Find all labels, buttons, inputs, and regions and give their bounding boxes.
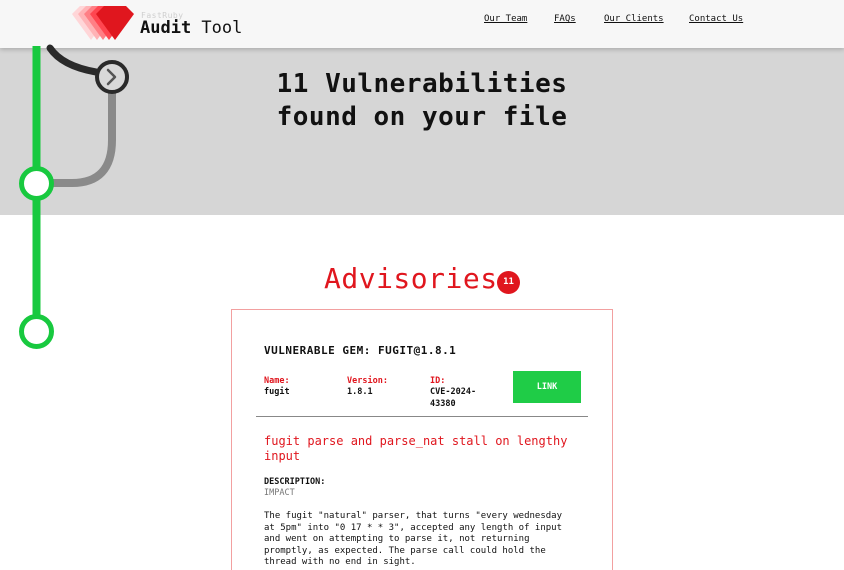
nav-faqs[interactable]: FAQs <box>554 14 576 24</box>
graph-branch-grey <box>52 88 116 187</box>
nav-our-team[interactable]: Our Team <box>484 14 527 24</box>
page-title: 11 Vulnerabilities found on your file <box>200 68 644 134</box>
id-value-line-2: 43380 <box>430 399 456 409</box>
page-title-line-2: found on your file <box>276 102 568 132</box>
nav-our-clients[interactable]: Our Clients <box>604 14 664 24</box>
id-value: CVE-2024- 43380 <box>430 386 476 410</box>
advisory-link-button[interactable]: LINK <box>513 371 581 403</box>
id-label: ID: <box>430 376 446 386</box>
name-label: Name: <box>264 376 290 386</box>
version-label: Version: <box>347 376 388 386</box>
name-value: fugit <box>264 387 290 397</box>
description-text: The fugit "natural" parser, that turns "… <box>264 511 563 568</box>
vulnerable-gem-title: VULNERABLE GEM: FUGIT@1.8.1 <box>264 344 457 357</box>
graph-node-2 <box>19 314 54 349</box>
card-divider <box>256 416 588 417</box>
graph-arrow-node <box>95 60 129 94</box>
advisory-heading: fugit parse and parse_nat stall on lengt… <box>264 434 568 463</box>
description-label: DESCRIPTION: <box>264 477 326 487</box>
id-value-line-1: CVE-2024- <box>430 387 477 397</box>
advisory-card: VULNERABLE GEM: FUGIT@1.8.1 Name: fugit … <box>231 309 613 570</box>
page-title-line-1: 11 Vulnerabilities <box>276 69 568 99</box>
impact-label: IMPACT <box>264 488 295 498</box>
graph-branch-dark <box>46 44 100 76</box>
brand-title: Audit Tool <box>140 18 242 38</box>
graph-node-1 <box>19 166 54 201</box>
git-branch-graph <box>19 44 129 349</box>
nav-contact-us[interactable]: Contact Us <box>689 14 743 24</box>
brand-title-rest: Tool <box>191 18 243 38</box>
advisories-count-badge: 11 <box>497 271 520 294</box>
version-value: 1.8.1 <box>347 387 373 397</box>
advisories-title: Advisories <box>324 262 498 295</box>
